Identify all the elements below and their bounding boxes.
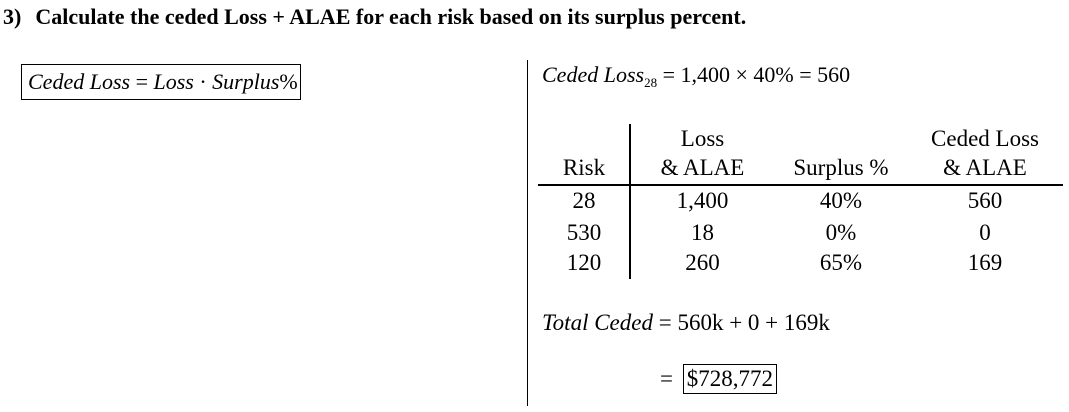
answer-equals: = (660, 366, 679, 391)
table-cell: 530 (566, 220, 602, 245)
table-cell: 0 (979, 220, 991, 245)
header-surplus: Surplus % (793, 155, 889, 180)
total-rhs: = 560k + 0 + 169k (652, 310, 830, 335)
answer-line: = $728,772 (660, 364, 777, 394)
table-cell: 65% (819, 250, 863, 275)
table-cell: 28 (572, 188, 596, 213)
formula-term-loss: Loss (153, 69, 194, 94)
table-cell: 260 (685, 250, 720, 275)
problem-heading: 3) Calculate the ceded Loss + ALAE for ea… (3, 4, 746, 30)
formula-percent: % (279, 69, 298, 94)
header-loss-line2: & ALAE (660, 155, 745, 180)
header-ceded-line2: & ALAE (943, 155, 1027, 180)
calc-rhs: = 1,400 × 40% = 560 (657, 62, 851, 87)
table-cell: 560 (967, 188, 1003, 213)
total-ceded-line: Total Ceded = 560k + 0 + 169k (542, 310, 830, 336)
table-cell: 0% (825, 220, 857, 245)
table-cell: 120 (566, 250, 602, 275)
calc-subscript: 28 (644, 75, 658, 90)
calc-lhs: Ceded Loss (542, 62, 645, 87)
example-calculation: Ceded Loss28 = 1,400 × 40% = 560 (542, 62, 850, 91)
vertical-divider (527, 60, 528, 406)
problem-number: 3) (3, 4, 22, 29)
ceded-loss-formula-box: Ceded Loss = Loss · Surplus% (21, 64, 301, 100)
formula-lhs: Ceded Loss (28, 69, 131, 94)
header-loss-line1: Loss (680, 126, 725, 151)
formula-equals: = (130, 69, 154, 94)
table-cell: 1,400 (676, 188, 729, 213)
answer-box: $728,772 (682, 364, 777, 394)
header-risk: Risk (562, 155, 606, 180)
table-cell: 18 (691, 220, 714, 245)
total-label: Total Ceded (542, 310, 653, 335)
formula-term-surplus: Surplus (212, 69, 280, 94)
table-header-rule (538, 184, 1063, 186)
formula-dot: · (193, 69, 213, 94)
table-cell: 40% (819, 188, 863, 213)
header-ceded-line1: Ceded Loss (931, 126, 1039, 151)
problem-text: Calculate the ceded Loss + ALAE for each… (35, 4, 747, 29)
table-cell: 169 (967, 250, 1003, 275)
